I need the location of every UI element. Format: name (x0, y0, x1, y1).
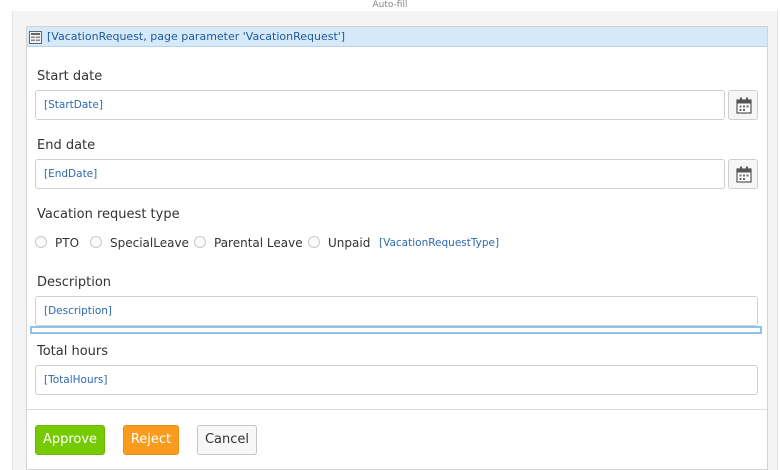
start-date-input[interactable]: [StartDate] (35, 90, 725, 120)
radio-option-label: SpecialLeave (110, 236, 189, 250)
total-hours-input[interactable]: [TotalHours] (35, 365, 758, 395)
reject-button[interactable]: Reject (123, 425, 179, 455)
start-date-label: Start date (37, 69, 103, 84)
dataview-header[interactable]: [VacationRequest, page parameter 'Vacati… (27, 27, 767, 47)
radio-option-pto[interactable]: PTO (35, 235, 81, 251)
tab-title: Auto-fill (372, 0, 408, 10)
start-date-picker-button[interactable] (728, 90, 758, 120)
vacation-type-label: Vacation request type (37, 207, 180, 222)
calendar-icon (736, 97, 752, 114)
calendar-icon (736, 166, 752, 183)
radio-circle[interactable] (194, 236, 206, 248)
radio-option-parental-leave[interactable]: Parental Leave (194, 235, 303, 251)
dataview-icon (29, 29, 42, 44)
cancel-button[interactable]: Cancel (197, 425, 257, 455)
drop-indicator (30, 326, 762, 334)
dataview-title: [VacationRequest, page parameter 'Vacati… (47, 30, 346, 43)
radio-circle[interactable] (308, 236, 320, 248)
vacation-type-binding: [VacationRequestType] (379, 237, 500, 249)
description-label: Description (37, 275, 112, 290)
approve-button[interactable]: Approve (35, 425, 105, 455)
total-hours-label: Total hours (37, 344, 109, 359)
radio-option-label: PTO (55, 236, 80, 250)
radio-option-label: Unpaid (328, 236, 371, 250)
radio-circle[interactable] (35, 236, 47, 248)
radio-option-label: Parental Leave (214, 236, 303, 250)
radio-option-unpaid[interactable]: Unpaid (308, 235, 374, 251)
end-date-label: End date (37, 138, 96, 153)
radio-circle[interactable] (90, 236, 102, 248)
radio-option-specialleave[interactable]: SpecialLeave (90, 235, 189, 251)
description-input[interactable]: [Description] (35, 296, 758, 326)
end-date-picker-button[interactable] (728, 159, 758, 189)
footer-divider (27, 409, 767, 410)
end-date-input[interactable]: [EndDate] (35, 159, 725, 189)
